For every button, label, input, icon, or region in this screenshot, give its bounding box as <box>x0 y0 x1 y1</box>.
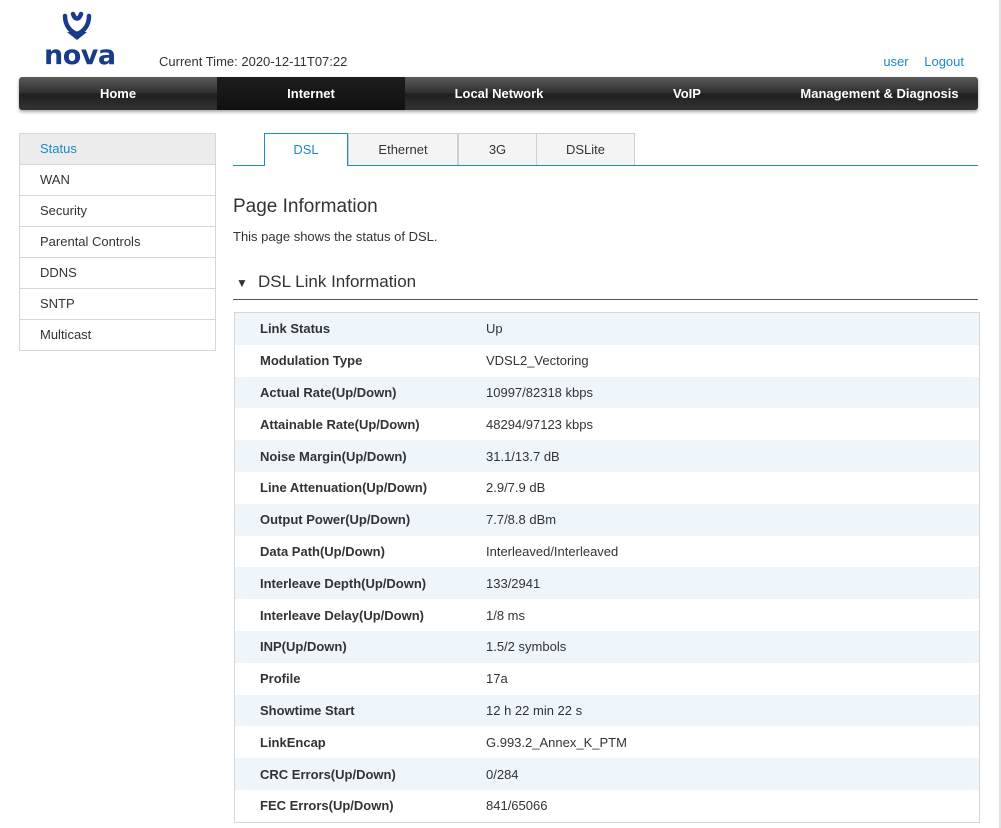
current-time: Current Time: 2020-12-11T07:22 <box>159 54 348 69</box>
row-label: Output Power(Up/Down) <box>260 512 411 528</box>
tab-dslite[interactable]: DSLite <box>536 133 635 165</box>
row-label: Modulation Type <box>260 353 363 369</box>
row-label: Interleave Depth(Up/Down) <box>260 575 427 591</box>
row-label: Profile <box>260 671 301 687</box>
table-row: Link Status Up <box>235 313 979 345</box>
table-row: Actual Rate(Up/Down) 10997/82318 kbps <box>235 376 979 409</box>
dsl-link-section-header: ▼ DSL Link Information <box>233 268 978 300</box>
page-title: Page Information <box>233 196 378 217</box>
top-links: user Logout <box>871 54 964 69</box>
sidebar-item-security[interactable]: Security <box>19 195 216 227</box>
section-title: DSL Link Information <box>258 272 417 291</box>
table-row: FEC Errors(Up/Down) 841/65066 <box>235 789 979 822</box>
row-label: Line Attenuation(Up/Down) <box>260 480 428 496</box>
nav-home[interactable]: Home <box>19 77 217 110</box>
nova-logo-icon <box>62 11 92 40</box>
tab-3g[interactable]: 3G <box>458 133 537 165</box>
table-row: Interleave Delay(Up/Down) 1/8 ms <box>235 599 979 631</box>
sidebar-item-parental-controls[interactable]: Parental Controls <box>19 226 216 258</box>
row-value: 31.1/13.7 dB <box>486 448 560 464</box>
row-label: Actual Rate(Up/Down) <box>260 384 397 400</box>
table-row: Profile 17a <box>235 662 979 695</box>
logout-link[interactable]: Logout <box>924 54 964 69</box>
row-label: Showtime Start <box>260 702 355 718</box>
row-label: Data Path(Up/Down) <box>260 543 385 559</box>
table-row: Attainable Rate(Up/Down) 48294/97123 kbp… <box>235 408 979 441</box>
row-value: G.993.2_Annex_K_PTM <box>486 734 627 750</box>
table-row: CRC Errors(Up/Down) 0/284 <box>235 758 979 790</box>
sidebar-item-multicast[interactable]: Multicast <box>19 319 216 351</box>
row-value: 841/65066 <box>486 798 548 814</box>
row-label: LinkEncap <box>260 734 326 750</box>
table-row: Interleave Depth(Up/Down) 133/2941 <box>235 567 979 600</box>
status-tabs: DSL Ethernet 3G DSLite <box>233 133 978 166</box>
page-description: This page shows the status of DSL. <box>233 229 438 244</box>
row-value: 12 h 22 min 22 s <box>486 702 583 718</box>
nova-logo: nova <box>44 10 116 71</box>
main-nav: Home Internet Local Network VoIP Managem… <box>19 77 978 110</box>
table-row: LinkEncap G.993.2_Annex_K_PTM <box>235 726 979 759</box>
row-value: VDSL2_Vectoring <box>486 353 589 369</box>
row-value: Interleaved/Interleaved <box>486 543 619 559</box>
row-label: Interleave Delay(Up/Down) <box>260 607 424 623</box>
table-row: Showtime Start 12 h 22 min 22 s <box>235 694 979 727</box>
nav-internet[interactable]: Internet <box>217 77 405 110</box>
table-row: INP(Up/Down) 1.5/2 symbols <box>235 630 979 663</box>
sidebar-item-status[interactable]: Status <box>19 133 216 165</box>
nav-voip[interactable]: VoIP <box>593 77 781 110</box>
nav-local-network[interactable]: Local Network <box>405 77 593 110</box>
row-value: 1.5/2 symbols <box>486 639 567 655</box>
row-value: 48294/97123 kbps <box>486 416 593 432</box>
row-label: Link Status <box>260 321 331 337</box>
table-row: Output Power(Up/Down) 7.7/8.8 dBm <box>235 503 979 536</box>
sidebar-item-ddns[interactable]: DDNS <box>19 257 216 289</box>
collapse-arrow-icon[interactable]: ▼ <box>236 276 248 290</box>
row-value: 10997/82318 kbps <box>486 384 593 400</box>
table-row: Modulation Type VDSL2_Vectoring <box>235 344 979 377</box>
row-value: 7.7/8.8 dBm <box>486 512 557 528</box>
dsl-info-table: Link Status Up Modulation Type VDSL2_Vec… <box>234 312 980 823</box>
sidebar: Status WAN Security Parental Controls DD… <box>19 133 216 351</box>
row-label: Noise Margin(Up/Down) <box>260 448 407 464</box>
table-row: Noise Margin(Up/Down) 31.1/13.7 dB <box>235 440 979 472</box>
table-row: Data Path(Up/Down) Interleaved/Interleav… <box>235 535 979 568</box>
logo-text: nova <box>44 40 116 71</box>
row-value: 2.9/7.9 dB <box>486 480 546 496</box>
row-value: 1/8 ms <box>486 607 526 623</box>
user-link[interactable]: user <box>883 54 908 69</box>
nav-management-diagnosis[interactable]: Management & Diagnosis <box>781 77 978 110</box>
table-row: Line Attenuation(Up/Down) 2.9/7.9 dB <box>235 471 979 504</box>
row-value: 0/284 <box>486 766 519 782</box>
row-label: INP(Up/Down) <box>260 639 347 655</box>
row-value: 17a <box>486 671 508 687</box>
sidebar-item-sntp[interactable]: SNTP <box>19 288 216 320</box>
row-label: FEC Errors(Up/Down) <box>260 798 394 814</box>
tab-dsl[interactable]: DSL <box>264 133 348 166</box>
row-label: CRC Errors(Up/Down) <box>260 766 396 782</box>
row-value: 133/2941 <box>486 575 541 591</box>
sidebar-item-wan[interactable]: WAN <box>19 164 216 196</box>
row-value: Up <box>486 321 503 337</box>
tab-ethernet[interactable]: Ethernet <box>348 133 458 165</box>
row-label: Attainable Rate(Up/Down) <box>260 416 420 432</box>
